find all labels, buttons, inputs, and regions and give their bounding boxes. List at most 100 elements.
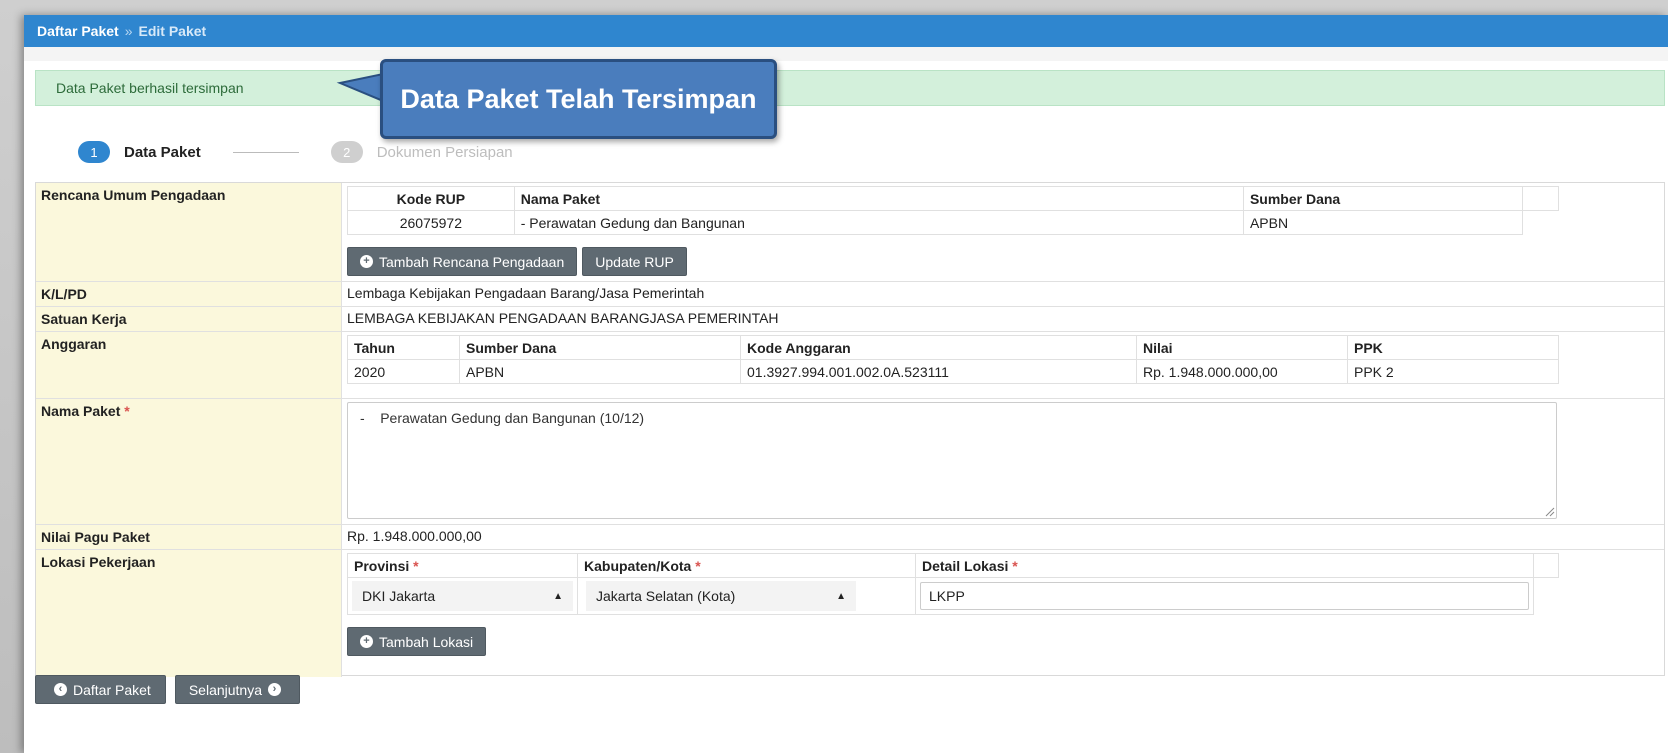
rup-col-nama: Nama Paket bbox=[513, 186, 1244, 211]
caret-up-icon: ▲ bbox=[836, 590, 846, 602]
row-klpd: K/L/PD Lembaga Kebijakan Pengadaan Baran… bbox=[36, 282, 1664, 307]
anggaran-col-sumber: Sumber Dana bbox=[459, 335, 741, 360]
anggaran-cell-nilai: Rp. 1.948.000.000,00 bbox=[1136, 359, 1348, 384]
breadcrumb-current: Edit Paket bbox=[138, 23, 207, 39]
lokasi-value: Provinsi * Kabupaten/Kota * Detail Lokas… bbox=[342, 550, 1664, 677]
anggaran-col-ppk: PPK bbox=[1347, 335, 1559, 360]
detail-lokasi-input-value: LKPP bbox=[929, 588, 965, 604]
next-button[interactable]: Selanjutnya › bbox=[174, 675, 300, 704]
anggaran-cell-ppk: PPK 2 bbox=[1347, 359, 1559, 384]
anggaran-value: Tahun Sumber Dana Kode Anggaran Nilai PP… bbox=[342, 332, 1664, 398]
caret-up-icon: ▲ bbox=[553, 590, 563, 602]
detail-lokasi-input[interactable]: LKPP bbox=[920, 582, 1529, 610]
rup-cell-nama: - Perawatan Gedung dan Bangunan bbox=[513, 210, 1244, 235]
footer-actions: ‹ Daftar Paket Selanjutnya › bbox=[35, 675, 300, 704]
resize-handle-icon[interactable] bbox=[1544, 506, 1555, 517]
arrow-left-circle-icon: ‹ bbox=[54, 683, 67, 696]
lokasi-col-kabupaten: Kabupaten/Kota * bbox=[577, 553, 916, 578]
rup-cell-empty bbox=[1523, 211, 1559, 235]
step-1-label[interactable]: Data Paket bbox=[124, 144, 201, 161]
kabupaten-select[interactable]: Jakarta Selatan (Kota) ▲ bbox=[586, 581, 856, 611]
provinsi-select-value: DKI Jakarta bbox=[362, 588, 436, 604]
lokasi-cell-provinsi: DKI Jakarta ▲ bbox=[347, 577, 578, 615]
lokasi-col-empty bbox=[1533, 553, 1559, 578]
page: Daftar Paket » Edit Paket Data Paket ber… bbox=[24, 15, 1668, 753]
required-marker: * bbox=[124, 403, 130, 419]
row-anggaran: Anggaran Tahun Sumber Dana Kode Anggaran… bbox=[36, 332, 1664, 399]
update-rup-button-label: Update RUP bbox=[595, 253, 674, 270]
row-satker: Satuan Kerja LEMBAGA KEBIJAKAN PENGADAAN… bbox=[36, 307, 1664, 332]
satker-value: LEMBAGA KEBIJAKAN PENGADAAN BARANGJASA P… bbox=[347, 310, 779, 326]
provinsi-select[interactable]: DKI Jakarta ▲ bbox=[352, 581, 573, 611]
lokasi-label: Lokasi Pekerjaan bbox=[36, 550, 342, 677]
pagu-value: Rp. 1.948.000.000,00 bbox=[347, 528, 482, 544]
nama-paket-label: Nama Paket * bbox=[36, 399, 342, 524]
required-marker: * bbox=[695, 557, 701, 574]
nama-paket-textarea[interactable]: - Perawatan Gedung dan Bangunan (10/12) bbox=[347, 402, 1557, 519]
breadcrumb: Daftar Paket » Edit Paket bbox=[24, 15, 1668, 47]
anggaran-cell-tahun: 2020 bbox=[347, 359, 460, 384]
anggaran-cell-sumber: APBN bbox=[459, 359, 741, 384]
rup-value: Kode RUP Nama Paket Sumber Dana 26075972… bbox=[342, 183, 1664, 281]
arrow-right-circle-icon: › bbox=[268, 683, 281, 696]
subheader-strip bbox=[24, 47, 1668, 61]
back-to-list-button[interactable]: ‹ Daftar Paket bbox=[35, 675, 166, 704]
lokasi-table-header: Provinsi * Kabupaten/Kota * Detail Lokas… bbox=[347, 553, 1559, 578]
add-rup-button[interactable]: + Tambah Rencana Pengadaan bbox=[347, 247, 578, 276]
required-marker: * bbox=[1012, 557, 1018, 574]
rup-cell-kode: 26075972 bbox=[347, 210, 515, 235]
lokasi-table: Provinsi * Kabupaten/Kota * Detail Lokas… bbox=[347, 553, 1559, 615]
package-form: Rencana Umum Pengadaan Kode RUP Nama Pak… bbox=[35, 182, 1665, 677]
rup-cell-sumber: APBN bbox=[1242, 210, 1524, 235]
plus-circle-icon: + bbox=[360, 255, 373, 268]
nama-paket-value: - Perawatan Gedung dan Bangunan (10/12) bbox=[342, 399, 1664, 524]
plus-circle-icon: + bbox=[360, 635, 373, 648]
success-alert: Data Paket berhasil tersimpan bbox=[35, 70, 1665, 106]
table-row: 26075972 - Perawatan Gedung dan Bangunan… bbox=[347, 210, 1559, 235]
lokasi-col-provinsi-text: Provinsi bbox=[354, 557, 410, 574]
row-rup: Rencana Umum Pengadaan Kode RUP Nama Pak… bbox=[36, 183, 1664, 282]
anggaran-label: Anggaran bbox=[36, 332, 342, 398]
pagu-label: Nilai Pagu Paket bbox=[36, 525, 342, 549]
lokasi-col-provinsi: Provinsi * bbox=[347, 553, 578, 578]
add-location-button[interactable]: + Tambah Lokasi bbox=[347, 627, 487, 656]
success-alert-text: Data Paket berhasil tersimpan bbox=[56, 80, 244, 96]
lokasi-col-kabupaten-text: Kabupaten/Kota bbox=[584, 557, 692, 574]
anggaran-cell-kode: 01.3927.994.001.002.0A.523111 bbox=[740, 359, 1137, 384]
wizard-steps: 1 Data Paket 2 Dokumen Persiapan bbox=[78, 137, 513, 167]
add-rup-button-label: Tambah Rencana Pengadaan bbox=[379, 253, 565, 270]
lokasi-col-detail-text: Detail Lokasi bbox=[922, 557, 1009, 574]
next-button-label: Selanjutnya bbox=[188, 681, 262, 698]
klpd-value: Lembaga Kebijakan Pengadaan Barang/Jasa … bbox=[347, 285, 705, 301]
rup-col-kode: Kode RUP bbox=[347, 186, 515, 211]
step-1-badge[interactable]: 1 bbox=[78, 141, 110, 163]
required-marker: * bbox=[413, 557, 419, 574]
update-rup-button[interactable]: Update RUP bbox=[582, 247, 687, 276]
rup-table-header: Kode RUP Nama Paket Sumber Dana bbox=[347, 186, 1559, 211]
rup-label: Rencana Umum Pengadaan bbox=[36, 183, 342, 281]
step-connector bbox=[232, 151, 299, 153]
annotation-callout: Data Paket Telah Tersimpan bbox=[380, 59, 777, 139]
rup-col-sumber: Sumber Dana bbox=[1242, 186, 1524, 211]
anggaran-table: Tahun Sumber Dana Kode Anggaran Nilai PP… bbox=[347, 335, 1559, 384]
anggaran-col-tahun: Tahun bbox=[347, 335, 460, 360]
row-nama-paket: Nama Paket * - Perawatan Gedung dan Bang… bbox=[36, 399, 1664, 525]
table-row: 2020 APBN 01.3927.994.001.002.0A.523111 … bbox=[347, 359, 1559, 384]
anggaran-table-header: Tahun Sumber Dana Kode Anggaran Nilai PP… bbox=[347, 335, 1559, 360]
annotation-callout-text: Data Paket Telah Tersimpan bbox=[400, 83, 757, 114]
row-lokasi: Lokasi Pekerjaan Provinsi * Kabupaten/Ko… bbox=[36, 550, 1664, 677]
step-2-label[interactable]: Dokumen Persiapan bbox=[377, 144, 513, 161]
add-location-button-label: Tambah Lokasi bbox=[379, 633, 474, 650]
step-2-badge[interactable]: 2 bbox=[330, 141, 363, 163]
lokasi-cell-empty bbox=[1534, 578, 1559, 615]
rup-actions: + Tambah Rencana Pengadaan Update RUP bbox=[347, 247, 1659, 276]
breadcrumb-root-link[interactable]: Daftar Paket bbox=[37, 23, 119, 39]
breadcrumb-separator: » bbox=[124, 23, 133, 39]
satker-label: Satuan Kerja bbox=[36, 307, 342, 331]
lokasi-actions: + Tambah Lokasi bbox=[347, 627, 1659, 656]
anggaran-col-nilai: Nilai bbox=[1136, 335, 1348, 360]
table-row: DKI Jakarta ▲ Jakarta Selatan (Kota) ▲ L… bbox=[347, 577, 1559, 615]
rup-table: Kode RUP Nama Paket Sumber Dana 26075972… bbox=[347, 186, 1559, 235]
klpd-label: K/L/PD bbox=[36, 282, 342, 306]
kabupaten-select-value: Jakarta Selatan (Kota) bbox=[596, 588, 736, 604]
